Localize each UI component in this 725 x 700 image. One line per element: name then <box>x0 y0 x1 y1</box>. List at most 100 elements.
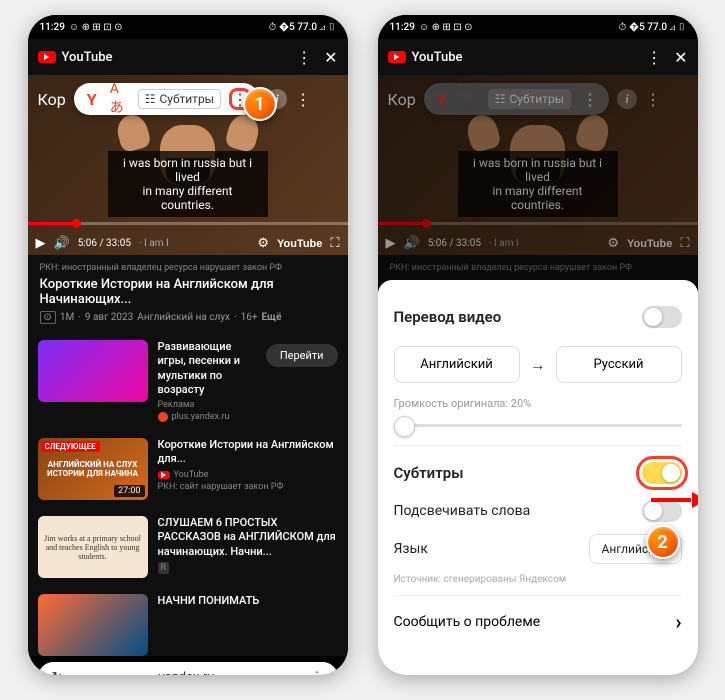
original-volume-slider[interactable] <box>394 424 682 427</box>
feed-item[interactable]: АНГЛИЙСКИЙ НА СЛУХ ИСТОРИИ ДЛЯ НАЧИНАСЛЕ… <box>28 430 348 508</box>
feed-source: YouTube <box>174 470 209 480</box>
feed-goto-button[interactable]: Перейти <box>266 344 338 367</box>
yandex-y-icon[interactable]: Y <box>432 89 452 109</box>
meta-channel[interactable]: Английский на слух <box>137 312 230 323</box>
browser-omnibox[interactable]: ↻ yandex.ru ⋮ <box>38 662 338 675</box>
youtube-header: YouTube ⋮ ✕ <box>378 39 698 75</box>
player-more-icon[interactable]: ⋮ <box>645 90 661 109</box>
omnibox-more-icon[interactable]: ⋮ <box>311 670 324 675</box>
youtube-play-icon <box>388 51 406 63</box>
youtube-watermark[interactable]: YouTube <box>277 238 322 250</box>
feed-item[interactable]: Jim works at a primary school and teache… <box>28 508 348 586</box>
header-more-icon[interactable]: ⋮ <box>646 48 662 67</box>
yandex-y-icon[interactable]: Y <box>82 89 102 109</box>
plus-icon <box>158 412 168 422</box>
header-close-icon[interactable]: ✕ <box>674 48 687 67</box>
video-player[interactable]: Кор Y Aあ ☷Субтитры ⋮ i ⋮ i was born in r… <box>28 75 348 255</box>
translate-video-title: Перевод видео <box>394 308 502 326</box>
status-icons-left: ☺ ⊕ ⊞ ⊡ ⊙ <box>69 22 123 33</box>
header-close-icon[interactable]: ✕ <box>324 48 337 67</box>
meta-date: 9 авг 2023 <box>85 312 133 323</box>
rutube-icon: R <box>158 562 170 574</box>
feed-item[interactable]: НАЧНИ ПОНИМАТЬ <box>28 586 348 656</box>
feed-thumbnail: Jim works at a primary school and teache… <box>38 516 148 578</box>
video-title-partial: Кор <box>38 90 66 109</box>
status-bar: 11:29☺ ⊕ ⊞ ⊡ ⊙ ⏱ �5 77.0 ⊿ ▯ <box>378 15 698 39</box>
settings-gear-icon[interactable]: ⚙ <box>257 236 269 251</box>
phone-left: 11:29☺ ⊕ ⊞ ⊡ ⊙ ⏱ �5 77.0 ⊿ ▯ YouTube ⋮✕ … <box>28 15 348 675</box>
meta-age: ⊙ <box>40 311 56 324</box>
video-title-partial: Кор <box>388 90 416 109</box>
cc-icon: ☷ <box>495 92 506 106</box>
volume-icon[interactable]: 🔊 <box>54 236 70 251</box>
lang-to-select[interactable]: Русский <box>556 346 682 383</box>
subtitle-line-2: in many different countries. <box>118 184 258 212</box>
yandex-toolbar: Y Aあ ☷Субтитры ⋮ <box>74 83 259 115</box>
meta-views: 1M <box>60 312 74 323</box>
status-icons-right: ⏱ �5 77.0 ⊿ ▯ <box>269 22 336 33</box>
rkn-warning: РКН: иностранный владелец ресурса наруша… <box>390 263 686 273</box>
reload-icon[interactable]: ↻ <box>52 670 63 675</box>
feed-thumbnail <box>38 594 148 656</box>
subtitle-line-1: i was born in russia but i lived <box>118 156 258 184</box>
lang-from-select[interactable]: Английский <box>394 346 520 383</box>
translate-aa-icon[interactable]: Aあ <box>110 89 130 109</box>
video-live-text: · I am I <box>489 238 519 249</box>
feed-warning: РКН: сайт нарушает закон РФ <box>158 482 338 492</box>
next-badge: СЛЕДУЮЩЕЕ <box>41 441 100 452</box>
video-progress-bar[interactable] <box>378 222 698 225</box>
annotation-badge-1: 1 <box>243 87 277 121</box>
feed-item-ad[interactable]: Развивающие игры, песенки и мультики по … <box>28 332 348 430</box>
play-icon[interactable]: ▶ <box>36 236 46 251</box>
header-more-icon[interactable]: ⋮ <box>296 48 312 67</box>
play-icon[interactable]: ▶ <box>386 236 396 251</box>
translate-panel: Перевод видео Английский → Русский Громк… <box>378 280 698 675</box>
translate-video-toggle[interactable] <box>642 306 682 328</box>
video-subtitle-overlay: i was born in russia but i lived in many… <box>108 151 268 217</box>
video-feed[interactable]: Развивающие игры, песенки и мультики по … <box>28 332 348 656</box>
toolbar-more-button[interactable]: ⋮ <box>579 88 601 110</box>
youtube-logo[interactable]: YouTube <box>38 50 113 65</box>
feed-title: НАЧНИ ПОНИМАТЬ <box>158 594 338 608</box>
cc-icon: ☷ <box>145 92 156 106</box>
video-controls: ▶ 🔊 5:06 / 33:05 · I am I ⚙ YouTube ⛶ <box>28 236 348 251</box>
feed-ad-label: Реклама <box>158 400 256 410</box>
volume-icon[interactable]: 🔊 <box>404 236 420 251</box>
youtube-brand-text: YouTube <box>412 50 463 65</box>
subtitles-button[interactable]: ☷Субтитры <box>138 89 221 109</box>
youtube-play-icon <box>38 51 56 63</box>
youtube-header: YouTube ⋮ ✕ <box>28 39 348 75</box>
youtube-watermark[interactable]: YouTube <box>627 238 672 250</box>
yandex-toolbar: Y Aあ ☷Субтитры ⋮ <box>424 83 609 115</box>
player-more-icon[interactable]: ⋮ <box>295 90 311 109</box>
phone-right: 11:29☺ ⊕ ⊞ ⊡ ⊙ ⏱ �5 77.0 ⊿ ▯ YouTube ⋮✕ … <box>378 15 698 675</box>
settings-gear-icon[interactable]: ⚙ <box>607 236 619 251</box>
video-time: 5:06 / 33:05 <box>78 238 131 249</box>
status-icons-right: ⏱ �5 77.0 ⊿ ▯ <box>619 22 686 33</box>
meta-more[interactable]: Ещё <box>262 312 282 323</box>
subtitle-language-label: Язык <box>394 541 428 557</box>
video-progress-bar[interactable] <box>28 222 348 225</box>
status-time: 11:29 <box>390 22 415 33</box>
subtitles-section-title: Субтитры <box>394 464 464 482</box>
subtitles-toggle[interactable] <box>642 462 682 484</box>
video-live-text: · I am I <box>139 238 169 249</box>
omnibox-url: yandex.ru <box>72 670 300 675</box>
fullscreen-icon[interactable]: ⛶ <box>680 236 689 251</box>
feed-title: СЛУШАЕМ 6 ПРОСТЫХ РАССКАЗОВ на АНГЛИЙСКО… <box>158 516 338 559</box>
translate-aa-icon[interactable]: Aあ <box>460 89 480 109</box>
highlight-words-label: Подсвечивать слова <box>394 503 531 519</box>
video-subtitle-overlay: i was born in russia but i lived in many… <box>458 151 618 217</box>
subtitle-line-2: in many different countries. <box>468 184 608 212</box>
duration-badge: 27:00 <box>114 485 144 497</box>
status-bar: 11:29☺ ⊕ ⊞ ⊡ ⊙ ⏱ �5 77.0 ⊿ ▯ <box>28 15 348 39</box>
subtitles-button[interactable]: ☷Субтитры <box>488 89 571 109</box>
video-title[interactable]: Короткие Истории на Английском для Начин… <box>40 277 336 307</box>
report-problem-row[interactable]: Сообщить о проблеме › <box>394 595 682 634</box>
subtitle-line-1: i was born in russia but i lived <box>468 156 608 184</box>
youtube-logo[interactable]: YouTube <box>388 50 463 65</box>
video-player[interactable]: Кор Y Aあ ☷Субтитры ⋮ i ⋮ i was born in r… <box>378 75 698 255</box>
info-icon[interactable]: i <box>617 89 637 109</box>
language-selector-row: Английский → Русский <box>394 346 682 383</box>
fullscreen-icon[interactable]: ⛶ <box>330 236 339 251</box>
